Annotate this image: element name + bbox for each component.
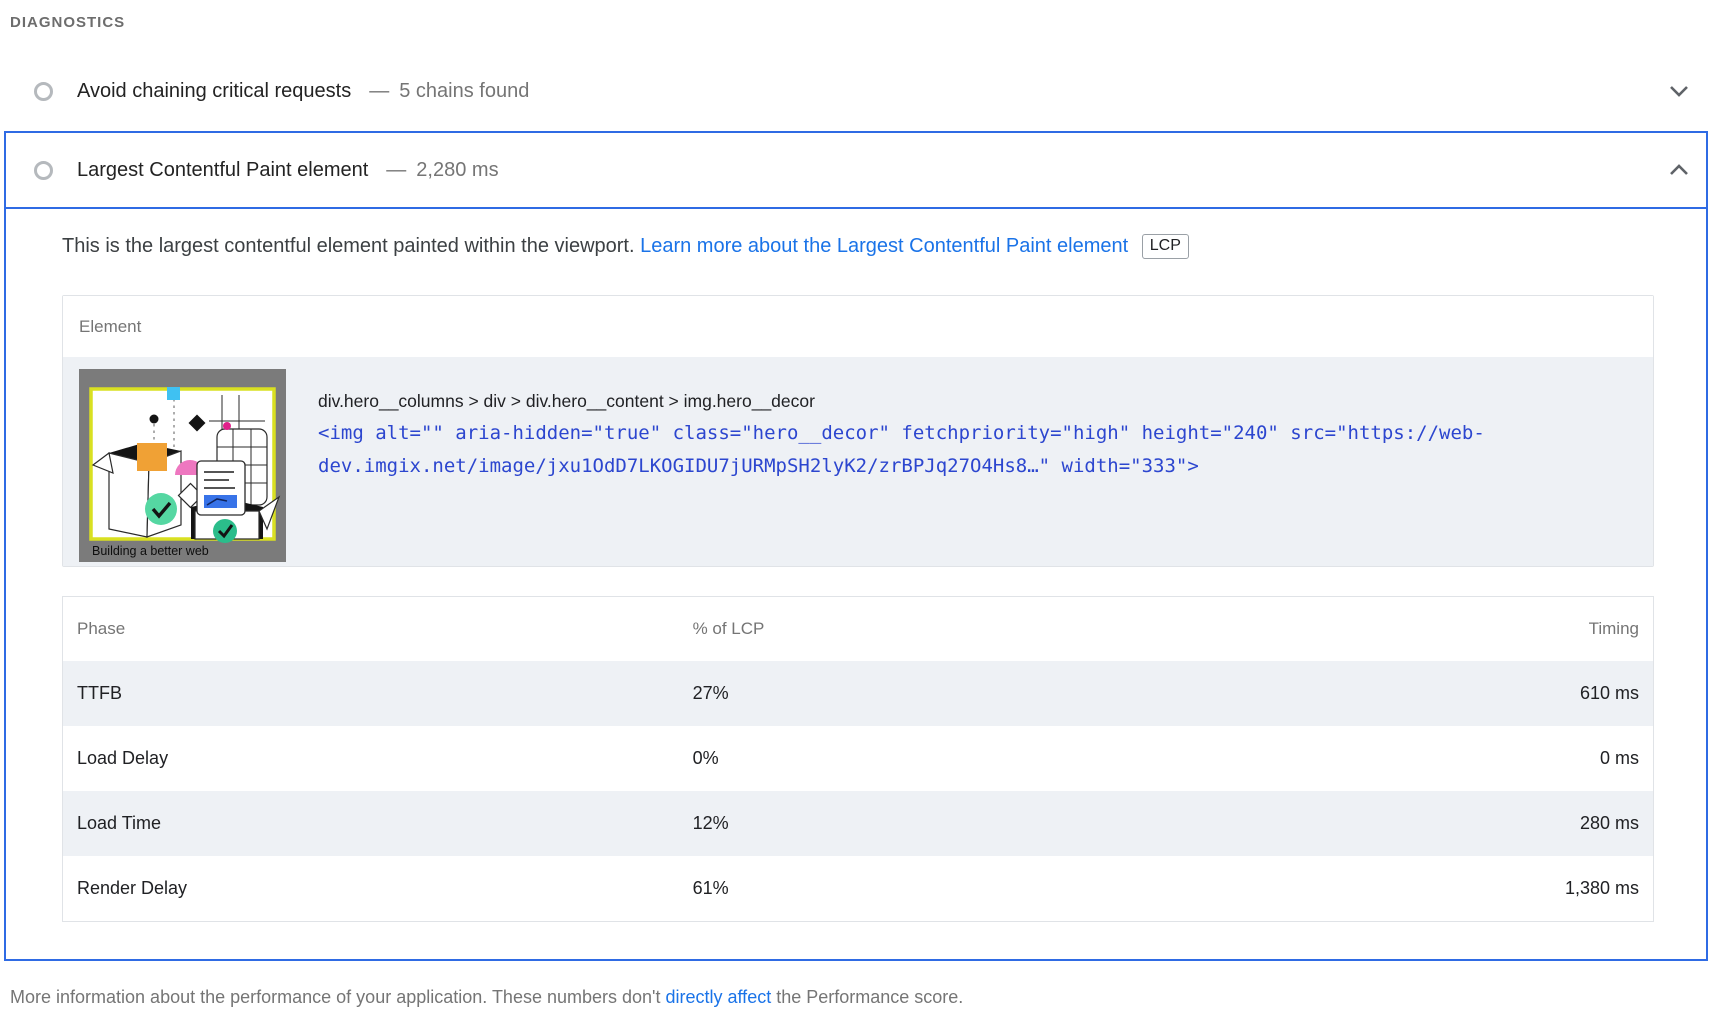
pct-cell: 61%	[679, 856, 1295, 922]
phase-cell: TTFB	[63, 661, 679, 726]
column-header-timing: Timing	[1294, 597, 1653, 662]
phase-table: Phase % of LCP Timing TTFB 27% 610 ms Lo…	[62, 596, 1654, 922]
audit-display-value: 5 chains found	[399, 80, 529, 103]
audit-description: This is the largest contentful element p…	[62, 233, 1654, 259]
audit-status-circle-icon	[34, 161, 53, 180]
phase-cell: Load Delay	[63, 726, 679, 791]
thumbnail-caption: Building a better web	[92, 544, 209, 558]
table-row-load-time: Load Time 12% 280 ms	[63, 791, 1654, 856]
element-thumbnail: Building a better web	[79, 369, 286, 562]
column-header-phase: Phase	[63, 597, 679, 662]
element-card-body: Building a better web div.hero__columns …	[63, 357, 1653, 566]
column-header-pct-of-lcp: % of LCP	[679, 597, 1295, 662]
chevron-up-icon[interactable]	[1668, 163, 1690, 177]
audit-title: Largest Contentful Paint element	[77, 159, 368, 182]
audit-separator: —	[369, 80, 389, 103]
description-text: This is the largest contentful element p…	[62, 235, 640, 257]
table-row-render-delay: Render Delay 61% 1,380 ms	[63, 856, 1654, 922]
section-title: DIAGNOSTICS	[10, 14, 1718, 31]
element-card-header: Element	[63, 296, 1653, 357]
footer-note: More information about the performance o…	[10, 987, 1718, 1008]
audit-display-value: 2,280 ms	[416, 159, 498, 182]
audit-status-circle-icon	[34, 82, 53, 101]
diagnostics-panel: DIAGNOSTICS Avoid chaining critical requ…	[0, 14, 1718, 1008]
footer-text: More information about the performance o…	[10, 987, 665, 1007]
pct-cell: 0%	[679, 726, 1295, 791]
audit-expanded-lcp-element: Largest Contentful Paint element — 2,280…	[4, 131, 1708, 961]
audit-row-lcp-element[interactable]: Largest Contentful Paint element — 2,280…	[6, 133, 1706, 209]
learn-more-link[interactable]: Learn more about the Largest Contentful …	[640, 235, 1128, 257]
audit-row-critical-requests[interactable]: Avoid chaining critical requests — 5 cha…	[4, 56, 1708, 126]
timing-cell: 280 ms	[1294, 791, 1653, 856]
chevron-down-icon[interactable]	[1668, 84, 1690, 98]
pct-cell: 27%	[679, 661, 1295, 726]
element-screenshot-image: Building a better web	[79, 369, 286, 562]
directly-affect-link[interactable]: directly affect	[665, 987, 771, 1007]
table-row-ttfb: TTFB 27% 610 ms	[63, 661, 1654, 726]
lcp-badge: LCP	[1142, 234, 1189, 259]
timing-cell: 0 ms	[1294, 726, 1653, 791]
timing-cell: 1,380 ms	[1294, 856, 1653, 922]
phase-table-header-row: Phase % of LCP Timing	[63, 597, 1654, 662]
phase-cell: Render Delay	[63, 856, 679, 922]
timing-cell: 610 ms	[1294, 661, 1653, 726]
element-html-snippet: <img alt="" aria-hidden="true" class="he…	[318, 417, 1485, 483]
code-line-1: <img alt="" aria-hidden="true" class="he…	[318, 417, 1485, 450]
element-selector-path: div.hero__columns > div > div.hero__cont…	[318, 389, 1485, 413]
audit-details: This is the largest contentful element p…	[6, 233, 1706, 922]
audit-separator: —	[386, 159, 406, 182]
footer-text: the Performance score.	[771, 987, 963, 1007]
code-line-2: dev.imgix.net/image/jxu1OdD7LKOGIDU7jURM…	[318, 450, 1485, 483]
element-card: Element	[62, 295, 1654, 567]
pct-cell: 12%	[679, 791, 1295, 856]
element-node-details: div.hero__columns > div > div.hero__cont…	[318, 369, 1485, 562]
phase-cell: Load Time	[63, 791, 679, 856]
audit-title: Avoid chaining critical requests	[77, 80, 351, 103]
table-row-load-delay: Load Delay 0% 0 ms	[63, 726, 1654, 791]
